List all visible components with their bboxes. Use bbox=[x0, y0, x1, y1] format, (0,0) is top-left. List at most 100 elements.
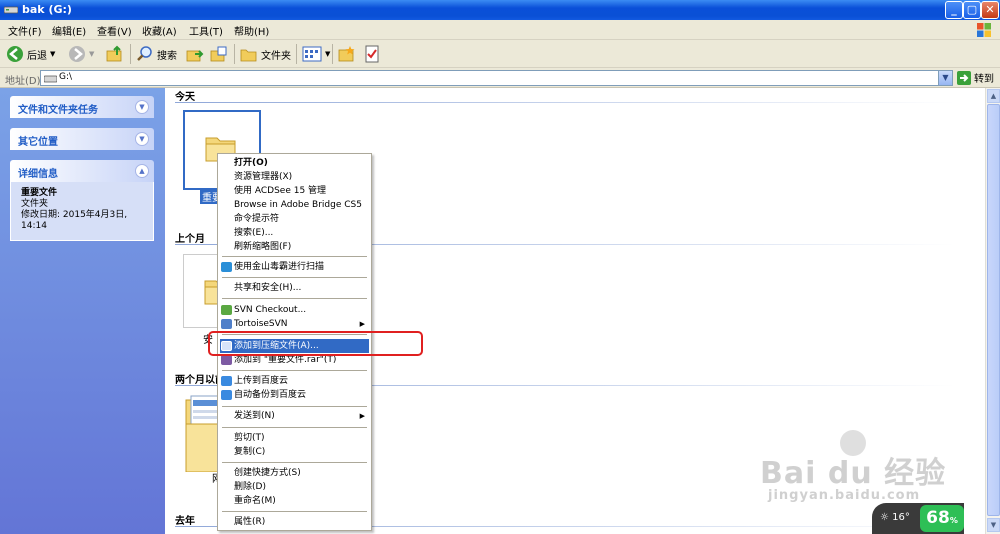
menu-item-backup-baidu-cloud[interactable]: 自动备份到百度云 bbox=[220, 388, 369, 402]
go-button[interactable]: 转到 bbox=[957, 70, 994, 85]
submenu-arrow-icon: ▶ bbox=[359, 412, 365, 420]
address-value: G:\ bbox=[59, 72, 73, 82]
favorites-folder-icon bbox=[338, 46, 355, 62]
back-dropdown-icon[interactable]: ▼ bbox=[50, 50, 55, 58]
submenu-arrow-icon: ▶ bbox=[359, 320, 365, 328]
details-type: 文件夹 bbox=[21, 199, 49, 209]
highlight-annotation bbox=[208, 331, 423, 356]
menu-item-adobe-bridge[interactable]: Browse in Adobe Bridge CS5 bbox=[220, 198, 369, 212]
menu-favorites[interactable]: 收藏(A) bbox=[142, 23, 177, 38]
address-label: 地址(D) bbox=[5, 76, 41, 87]
details-body: 重要文件 文件夹 修改日期: 2015年4月3日, 14:14 bbox=[10, 182, 154, 241]
collapse-chevron-icon[interactable]: ▲ bbox=[135, 164, 149, 178]
title-bar[interactable]: bak (G:) _ ▢ ✕ bbox=[0, 0, 1000, 20]
up-folder-button[interactable] bbox=[106, 43, 124, 65]
details-modified: 修改日期: 2015年4月3日, bbox=[21, 210, 128, 220]
baidu-jingyan-watermark: Bai du 经验 jingyan.baidu.com bbox=[760, 430, 960, 510]
details-name: 重要文件 bbox=[21, 188, 58, 198]
menu-separator bbox=[222, 427, 367, 428]
vertical-scrollbar[interactable]: ▲ ▼ bbox=[985, 88, 1000, 534]
menu-view[interactable]: 查看(V) bbox=[97, 23, 132, 38]
menu-separator bbox=[222, 511, 367, 512]
menu-separator bbox=[222, 256, 367, 257]
drive-icon bbox=[44, 75, 57, 83]
minimize-button[interactable]: _ bbox=[945, 1, 963, 19]
forward-dropdown-icon[interactable]: ▼ bbox=[89, 50, 94, 58]
address-input[interactable]: G:\ ▼ bbox=[40, 70, 953, 86]
scroll-down-button[interactable]: ▼ bbox=[987, 518, 1000, 532]
kingsoft-antivirus-icon bbox=[221, 262, 232, 272]
folders-button[interactable]: 文件夹 bbox=[240, 43, 291, 65]
memory-percent-badge: 68% bbox=[920, 505, 964, 532]
menu-item-svn-checkout[interactable]: SVN Checkout... bbox=[220, 303, 369, 317]
menu-item-upload-baidu-cloud[interactable]: 上传到百度云 bbox=[220, 374, 369, 388]
menu-item-send-to[interactable]: 发送到(N) ▶ bbox=[220, 409, 369, 423]
menu-item-kingsoft-scan[interactable]: 使用金山毒霸进行扫描 bbox=[220, 260, 369, 274]
menu-separator bbox=[222, 462, 367, 463]
details-modified-time: 14:14 bbox=[21, 221, 47, 231]
close-button[interactable]: ✕ bbox=[981, 1, 999, 19]
copy-to-button[interactable] bbox=[210, 43, 228, 65]
baidu-cloud-icon bbox=[221, 390, 232, 400]
forward-arrow-icon bbox=[69, 46, 85, 62]
checklist-icon bbox=[365, 45, 379, 63]
menu-item-open[interactable]: 打开(O) bbox=[220, 156, 369, 170]
toolbar-separator bbox=[296, 44, 297, 64]
menu-item-explorer[interactable]: 资源管理器(X) bbox=[220, 170, 369, 184]
menu-help[interactable]: 帮助(H) bbox=[234, 23, 269, 38]
expand-chevron-icon[interactable]: ▼ bbox=[135, 132, 149, 146]
views-dropdown-icon[interactable]: ▼ bbox=[325, 50, 330, 58]
scroll-up-button[interactable]: ▲ bbox=[987, 89, 1000, 103]
move-to-folder-icon bbox=[186, 50, 204, 62]
forward-button[interactable]: ▼ bbox=[68, 43, 94, 65]
menu-item-delete[interactable]: 删除(D) bbox=[220, 480, 369, 494]
menu-tools[interactable]: 工具(T) bbox=[189, 23, 223, 38]
menu-item-acdsee[interactable]: 使用 ACDSee 15 管理 bbox=[220, 184, 369, 198]
folders-label: 文件夹 bbox=[261, 50, 291, 62]
address-dropdown-button[interactable]: ▼ bbox=[938, 71, 952, 85]
views-icon bbox=[302, 46, 322, 62]
favorites-button[interactable] bbox=[338, 43, 356, 65]
weather-temperature: ☼ 16° bbox=[880, 512, 910, 523]
menu-item-sharing-security[interactable]: 共享和安全(H)... bbox=[220, 281, 369, 295]
panel-header[interactable]: 详细信息 ▲ bbox=[10, 160, 154, 182]
views-button[interactable]: ▼ bbox=[302, 43, 330, 65]
other-places-panel: 其它位置 ▼ bbox=[10, 128, 154, 150]
weather-widget[interactable]: ☼ 16° 68% bbox=[872, 503, 964, 534]
move-to-button[interactable] bbox=[186, 43, 204, 65]
panel-header[interactable]: 其它位置 ▼ bbox=[10, 128, 154, 150]
back-button[interactable]: 后退 ▼ bbox=[6, 43, 55, 65]
tasks-button[interactable] bbox=[364, 43, 380, 65]
scroll-thumb[interactable] bbox=[987, 104, 1000, 516]
menu-separator bbox=[222, 277, 367, 278]
search-button[interactable]: 搜索 bbox=[136, 43, 177, 65]
menu-item-command-prompt[interactable]: 命令提示符 bbox=[220, 212, 369, 226]
menu-separator bbox=[222, 298, 367, 299]
window-title: bak (G:) bbox=[22, 3, 72, 16]
menu-item-create-shortcut[interactable]: 创建快捷方式(S) bbox=[220, 466, 369, 480]
menu-item-rename[interactable]: 重命名(M) bbox=[220, 494, 369, 508]
menu-item-refresh-thumbnail[interactable]: 刷新缩略图(F) bbox=[220, 240, 369, 254]
toolbar-separator bbox=[130, 44, 131, 64]
go-arrow-icon bbox=[957, 70, 971, 85]
panel-header[interactable]: 文件和文件夹任务 ▼ bbox=[10, 96, 154, 118]
menu-file[interactable]: 文件(F) bbox=[8, 23, 42, 38]
tortoisesvn-icon bbox=[221, 319, 232, 329]
back-label: 后退 bbox=[27, 50, 47, 62]
menu-item-label: 自动备份到百度云 bbox=[234, 390, 307, 400]
menu-item-search[interactable]: 搜索(E)... bbox=[220, 226, 369, 240]
back-arrow-icon bbox=[7, 46, 23, 62]
menu-item-tortoisesvn[interactable]: TortoiseSVN ▶ bbox=[220, 317, 369, 331]
drive-icon bbox=[4, 6, 18, 14]
menu-item-cut[interactable]: 剪切(T) bbox=[220, 431, 369, 445]
folders-icon bbox=[240, 49, 257, 62]
maximize-button[interactable]: ▢ bbox=[963, 1, 981, 19]
svn-checkout-icon bbox=[221, 305, 232, 315]
menu-edit[interactable]: 编辑(E) bbox=[52, 23, 86, 38]
menu-item-properties[interactable]: 属性(R) bbox=[220, 515, 369, 529]
menu-separator bbox=[222, 370, 367, 371]
menu-item-copy[interactable]: 复制(C) bbox=[220, 445, 369, 459]
menu-item-label: 使用金山毒霸进行扫描 bbox=[234, 262, 325, 272]
temperature-value: 16° bbox=[892, 512, 910, 523]
expand-chevron-icon[interactable]: ▼ bbox=[135, 100, 149, 114]
